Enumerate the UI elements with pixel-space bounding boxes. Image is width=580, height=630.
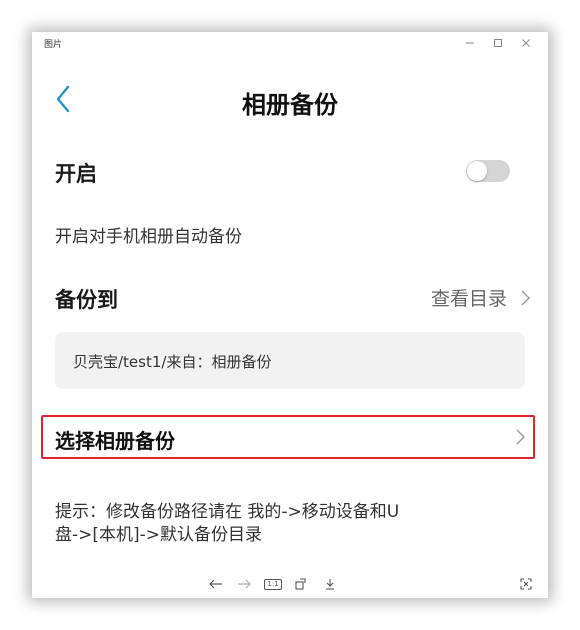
arrow-right-icon <box>238 579 251 589</box>
maximize-icon <box>494 39 502 47</box>
window-title: 图片 <box>44 40 63 50</box>
previous-button[interactable] <box>206 574 226 594</box>
select-album-label: 选择相册备份 <box>55 429 175 453</box>
actual-size-label: 1:1 <box>264 578 282 590</box>
chevron-right-icon <box>521 290 530 305</box>
rotate-icon <box>295 578 306 590</box>
view-directory-label: 查看目录 <box>430 288 507 310</box>
chevron-right-icon <box>516 429 525 445</box>
enable-description: 开启对手机相册自动备份 <box>55 227 242 247</box>
rotate-button[interactable] <box>291 574 311 594</box>
close-button[interactable] <box>512 34 540 52</box>
enable-backup-row: 开启 <box>32 150 548 190</box>
minimize-icon <box>466 42 474 44</box>
image-viewer-window: 图片 相册备份 开启 开启对手机相册自动备份 备份到 查看目录 贝壳宝/test… <box>32 32 548 598</box>
tip-line-1: 提示：修改备份路径请在 我的->移动设备和U <box>55 502 400 522</box>
fullscreen-button[interactable] <box>516 574 536 594</box>
select-album-backup-row[interactable]: 选择相册备份 <box>41 415 535 459</box>
actual-size-button[interactable]: 1:1 <box>263 574 283 594</box>
tip-text: 提示：修改备份路径请在 我的->移动设备和U 盘->[本机]->默认备份目录 <box>55 501 485 547</box>
view-directory-link[interactable]: 查看目录 <box>431 284 530 311</box>
backup-path: 贝壳宝/test1/来自：相册备份 <box>73 353 272 371</box>
backup-to-row: 备份到 查看目录 <box>32 280 548 316</box>
download-button[interactable] <box>320 574 340 594</box>
close-icon <box>522 39 530 47</box>
page-header: 相册备份 <box>32 77 548 121</box>
minimize-button[interactable] <box>456 34 484 52</box>
enable-backup-toggle[interactable] <box>466 160 510 182</box>
backup-path-box: 贝壳宝/test1/来自：相册备份 <box>55 332 525 389</box>
enable-label: 开启 <box>55 162 97 186</box>
maximize-button[interactable] <box>484 34 512 52</box>
page-title: 相册备份 <box>242 91 338 119</box>
backup-to-label: 备份到 <box>55 288 118 312</box>
window-titlebar: 图片 <box>32 32 548 54</box>
window-controls <box>456 34 540 52</box>
tip-line-2: 盘->[本机]->默认备份目录 <box>55 525 263 545</box>
next-button[interactable] <box>234 574 254 594</box>
arrow-left-icon <box>209 579 222 589</box>
toggle-knob <box>467 161 487 181</box>
download-icon <box>326 579 334 590</box>
fullscreen-icon <box>520 578 532 590</box>
viewer-toolbar: 1:1 <box>32 572 548 596</box>
